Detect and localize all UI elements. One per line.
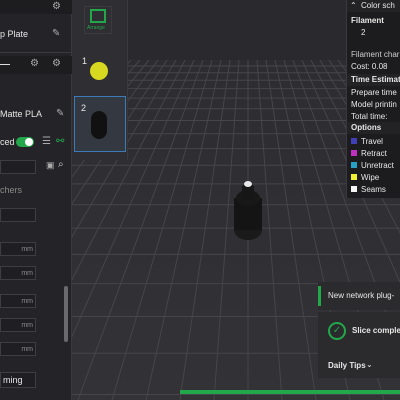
search-icon[interactable]: ⌕	[58, 159, 64, 170]
legend-swatch	[351, 186, 357, 192]
color-scheme-title: Color sch	[361, 1, 395, 10]
legend-label: Retract	[361, 149, 387, 158]
list-icon[interactable]: ☰	[42, 136, 51, 147]
auto-arrange-button[interactable]: Arrange	[84, 6, 112, 34]
compare-icon[interactable]: ⚯	[56, 136, 64, 147]
options-title: Options	[351, 123, 382, 132]
toggle-knob	[25, 138, 33, 146]
arrange-icon	[90, 9, 106, 23]
settings-scrollbar[interactable]	[64, 286, 68, 342]
legend-label: Travel	[361, 137, 383, 146]
filament-row: Matte PLA ✎	[0, 108, 72, 122]
plate-name-label: p Plate	[0, 29, 29, 39]
daily-tips-label[interactable]: Daily Tips	[328, 361, 366, 370]
filament-gear-icon[interactable]: ⚙	[52, 58, 61, 69]
legend-option-unretract[interactable]: Unretract	[351, 161, 394, 172]
plate-list: Arrange 1 2	[72, 0, 128, 160]
total-time-label: Total time:	[351, 112, 388, 121]
slice-complete-text: Slice comple	[352, 326, 400, 335]
options-header: Options	[347, 122, 400, 134]
color-scheme-header[interactable]: ⌃ Color sch	[347, 0, 400, 12]
left-settings-panel: ⚙ p Plate ✎ ⚙ ⚙ Matte PLA ✎ ced ☰ ⚯ ▣ ⌕	[0, 0, 72, 400]
notice-accent-bar	[318, 286, 321, 306]
check-circle-icon: ✓	[328, 322, 346, 340]
filament-header: ⚙ ⚙	[0, 56, 72, 74]
settings-gear-icon[interactable]: ⚙	[52, 1, 61, 12]
legend-swatch	[351, 162, 357, 168]
filament-change-label: Filament char	[351, 50, 400, 59]
chevron-down-icon[interactable]: ⌄	[366, 360, 373, 369]
left-panel-header: ⚙	[0, 0, 72, 14]
slicing-progress-bar	[180, 390, 400, 394]
edit-icon[interactable]: ✎	[52, 28, 60, 39]
gcode-legend-panel: ⌃ Color sch Filament 2 Filament char Cos…	[346, 0, 400, 198]
legend-option-retract[interactable]: Retract	[351, 149, 387, 160]
legend-option-wipe[interactable]: Wipe	[351, 173, 379, 184]
legend-label: Wipe	[361, 173, 380, 182]
time-estimation-header: Time Estimat	[347, 74, 400, 86]
filament-name[interactable]: Matte PLA	[0, 109, 42, 119]
section-row: chers	[0, 184, 72, 198]
unit-label: mm	[21, 346, 33, 353]
process-search-input[interactable]	[0, 160, 36, 174]
advanced-toggle[interactable]	[16, 137, 34, 147]
unit-label: mm	[21, 246, 33, 253]
search-row: ▣ ⌕	[0, 159, 72, 176]
plate-number: 2	[81, 103, 87, 113]
cost-label: Cost: 0.08	[351, 62, 388, 71]
minus-icon[interactable]	[0, 64, 10, 65]
printed-model[interactable]	[234, 181, 262, 240]
app-window: ⚙ p Plate ✎ ⚙ ⚙ Matte PLA ✎ ced ☰ ⚯ ▣ ⌕	[0, 0, 400, 400]
model-thumbnail-black	[91, 111, 107, 139]
legend-label: Unretract	[361, 161, 394, 170]
legend-label: Seams	[361, 185, 386, 194]
collapse-icon[interactable]: ⌃	[350, 1, 357, 10]
plate-number: 1	[82, 56, 88, 66]
filament-header: Filament	[351, 16, 384, 25]
unit-label: mm	[21, 298, 33, 305]
setting-field-1[interactable]	[0, 208, 36, 222]
notice-text[interactable]: New network plug-	[328, 291, 394, 300]
filament-index: 2	[361, 28, 366, 37]
network-plugin-notification[interactable]: New network plug-	[318, 282, 400, 310]
model-thumbnail-yellow	[90, 62, 108, 80]
progress-fill	[180, 390, 400, 394]
edit-filament-icon[interactable]: ✎	[56, 108, 64, 119]
model-printing-label: Model printin	[351, 100, 397, 109]
time-estimation-title: Time Estimat	[351, 75, 400, 84]
unit-label: mm	[21, 270, 33, 277]
legend-option-travel[interactable]: Travel	[351, 137, 383, 148]
bottom-field-label: ming	[3, 375, 23, 385]
legend-option-seams[interactable]: Seams	[351, 185, 386, 196]
legend-swatch	[351, 138, 357, 144]
unit-label: mm	[21, 322, 33, 329]
prepare-time-label: Prepare time	[351, 88, 397, 97]
advanced-row: ced ☰ ⚯	[0, 136, 72, 150]
section-label: chers	[0, 185, 23, 195]
legend-swatch	[351, 174, 357, 180]
plate-thumbnail-1[interactable]: 1	[72, 50, 128, 94]
filament-settings-icon[interactable]: ⚙	[30, 58, 39, 69]
save-icon[interactable]: ▣	[46, 160, 55, 171]
plate-thumbnail-2[interactable]: 2	[74, 96, 126, 152]
arrange-label: Arrange	[87, 25, 105, 31]
bottom-field[interactable]: ming	[0, 372, 36, 388]
slice-complete-notification[interactable]: ✓ Slice comple	[318, 312, 400, 352]
daily-tips-bar[interactable]: Daily Tips ⌄	[318, 352, 400, 378]
advanced-label: ced	[0, 137, 15, 147]
legend-swatch	[351, 150, 357, 156]
plate-row: p Plate ✎	[0, 28, 72, 42]
divider	[0, 52, 72, 53]
